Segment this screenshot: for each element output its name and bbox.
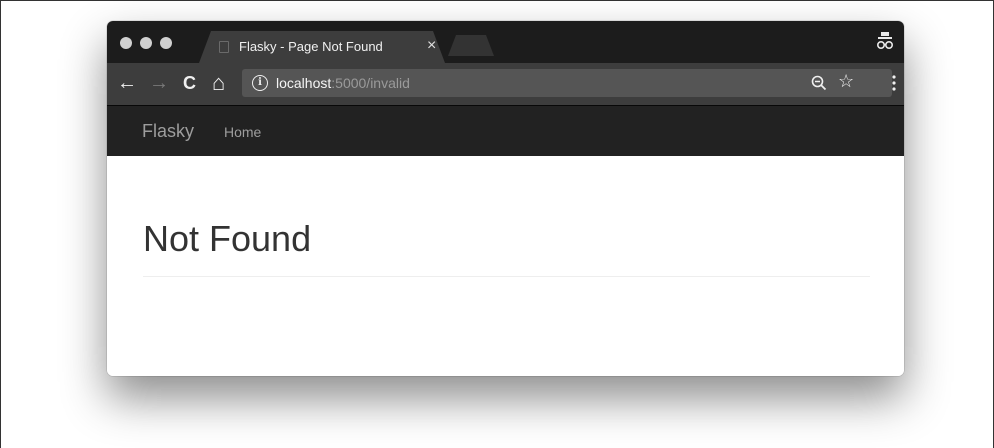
info-icon[interactable]: i: [252, 75, 268, 91]
incognito-icon: [876, 32, 894, 50]
url-host: localhost: [276, 75, 332, 91]
browser-tab-active[interactable]: Flasky - Page Not Found ×: [199, 31, 445, 63]
back-arrow-icon[interactable]: ←: [117, 71, 137, 95]
window-zoom-dot[interactable]: [160, 37, 172, 49]
page-content: Not Found: [107, 156, 904, 376]
nav-link-home[interactable]: Home: [224, 124, 261, 140]
new-tab-button[interactable]: [448, 35, 494, 56]
navbar-brand[interactable]: Flasky: [142, 121, 194, 142]
address-bar[interactable]: i localhost:5000/invalid ☆: [242, 69, 892, 97]
url-path: :5000/invalid: [331, 75, 410, 91]
page-favicon-icon: [219, 41, 229, 53]
browser-titlebar: Flasky - Page Not Found ×: [107, 21, 904, 63]
browser-window: Flasky - Page Not Found × ← → C ⌂ i loca…: [107, 21, 904, 376]
heading-divider: [143, 276, 870, 277]
browser-toolbar: ← → C ⌂ i localhost:5000/invalid ☆: [107, 63, 904, 105]
zoom-out-icon[interactable]: [810, 74, 828, 92]
reload-icon[interactable]: C: [183, 71, 196, 95]
more-menu-icon[interactable]: [892, 72, 896, 94]
site-navbar: Flasky Home: [107, 105, 904, 156]
window-close-dot[interactable]: [120, 37, 132, 49]
window-minimize-dot[interactable]: [140, 37, 152, 49]
page-heading: Not Found: [143, 218, 312, 259]
forward-arrow-icon[interactable]: →: [149, 71, 169, 95]
home-icon[interactable]: ⌂: [212, 71, 225, 95]
tab-close-icon[interactable]: ×: [427, 37, 436, 55]
tab-title: Flasky - Page Not Found: [239, 39, 383, 54]
bookmark-star-icon[interactable]: ☆: [838, 71, 854, 92]
url-text: localhost:5000/invalid: [276, 74, 410, 92]
